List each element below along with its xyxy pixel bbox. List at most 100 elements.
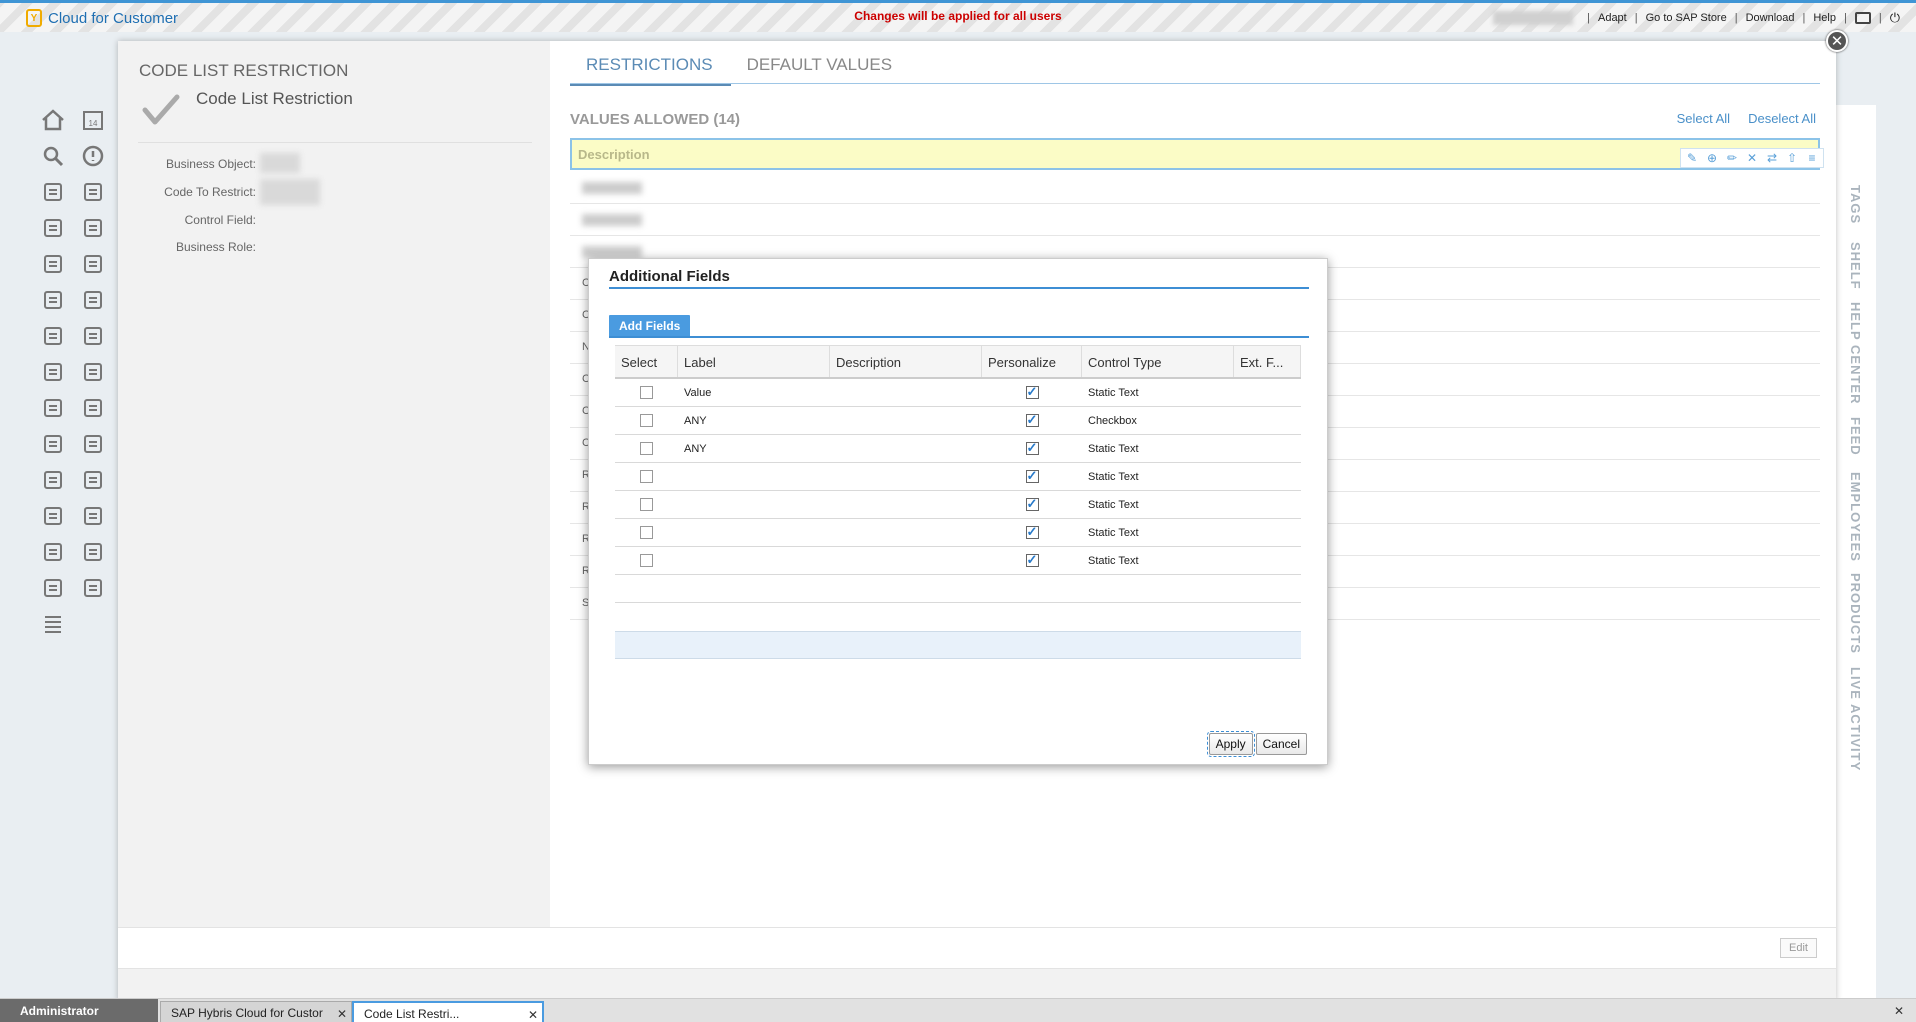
edit-doc-icon[interactable] [78,357,108,387]
calculator-icon[interactable] [38,537,68,567]
globe-icon[interactable] [78,465,108,495]
select-checkbox[interactable] [640,470,653,483]
map-pin-icon[interactable] [38,501,68,531]
select-checkbox[interactable] [640,442,653,455]
list-icon[interactable] [38,609,68,639]
close-all-icon[interactable]: ✕ [1894,1004,1904,1018]
move-up-icon[interactable]: ⇧ [1784,150,1800,166]
tab-add-fields[interactable]: Add Fields [609,315,691,337]
add-icon[interactable]: ⊕ [1704,150,1720,166]
personalize-checkbox[interactable] [1025,384,1039,400]
checklist-icon[interactable] [78,285,108,315]
grid-clock-icon[interactable] [38,393,68,423]
table-row[interactable]: ANY Static Text [615,435,1301,463]
select-checkbox[interactable] [640,554,653,567]
side-tab-help-center[interactable]: HELP CENTER [1848,302,1863,405]
cancel-button[interactable]: Cancel [1255,733,1307,755]
close-tab-icon[interactable]: ✕ [528,1008,538,1022]
download-icon[interactable] [78,213,108,243]
dollar-icon[interactable] [78,321,108,351]
box-icon[interactable] [38,213,68,243]
user-settings-icon[interactable] [38,357,68,387]
col-control-type[interactable]: Control Type [1082,346,1234,377]
invoice-icon[interactable] [38,465,68,495]
value-row[interactable] [570,204,1820,236]
side-tab-live-activity[interactable]: LIVE ACTIVITY [1848,667,1863,771]
table-row[interactable]: Static Text [615,547,1301,575]
personalize-checkbox[interactable] [1025,496,1039,512]
description-header-label: Description [578,147,650,162]
col-personalize[interactable]: Personalize [982,346,1082,377]
person-icon[interactable] [38,249,68,279]
power-icon[interactable]: ⏻ [1890,10,1900,26]
mail-icon[interactable] [38,285,68,315]
time-doc-icon[interactable] [78,393,108,423]
personalize-checkbox[interactable] [1025,412,1039,428]
move-icon[interactable]: ⇄ [1764,150,1780,166]
hierarchy-icon[interactable] [38,177,68,207]
task-tab-code-list[interactable]: Code List Restri... ✕ [352,1001,544,1022]
contacts-icon[interactable] [78,249,108,279]
calendar-icon[interactable]: 14 [78,105,108,135]
close-tab-icon[interactable]: ✕ [337,1007,347,1021]
apply-button[interactable]: Apply [1206,731,1255,757]
tab-restrictions[interactable]: RESTRICTIONS [570,51,731,86]
edit-button[interactable]: Edit [1780,938,1817,958]
cube-icon[interactable] [38,573,68,603]
delete-icon[interactable]: ✕ [1744,150,1760,166]
wrench-icon[interactable]: ✎ [1684,150,1700,166]
help-link[interactable]: Help [1813,12,1836,24]
select-checkbox[interactable] [640,414,653,427]
description-column-header[interactable]: Description ✎ ⊕ ✏ ✕ ⇄ ⇧ ≡ [570,138,1824,170]
download-link[interactable]: Download [1746,12,1795,24]
select-checkbox[interactable] [640,526,653,539]
search-icon[interactable] [38,141,68,171]
table-row[interactable]: Value Static Text [615,379,1301,407]
calendar-2-icon[interactable] [78,501,108,531]
task-tab-home-label: SAP Hybris Cloud for Custor [171,1006,323,1020]
table-row[interactable]: ANY Checkbox [615,407,1301,435]
col-select[interactable]: Select [615,346,678,377]
clipboard-icon[interactable] [78,537,108,567]
notebook-icon[interactable] [78,429,108,459]
table-row[interactable]: Static Text [615,491,1301,519]
current-user[interactable]: Administrator [0,999,158,1022]
adapt-link[interactable]: Adapt [1598,12,1627,24]
col-label[interactable]: Label [678,346,830,377]
value-row[interactable] [570,172,1820,204]
money-in-icon[interactable] [38,321,68,351]
side-tab-employees[interactable]: EMPLOYEES [1848,472,1863,562]
side-tab-feed[interactable]: FEED [1848,417,1863,456]
side-tab-shelf[interactable]: SHELF [1848,242,1863,290]
pencil-icon[interactable]: ✏ [1724,150,1740,166]
tab-default-values[interactable]: DEFAULT VALUES [731,51,911,86]
table-row[interactable]: Static Text [615,463,1301,491]
panel-heading: CODE LIST RESTRICTION [139,61,349,80]
col-description[interactable]: Description [830,346,982,377]
personalize-checkbox[interactable] [1025,552,1039,568]
side-tab-tags[interactable]: TAGS [1848,185,1863,224]
personalize-checkbox[interactable] [1025,440,1039,456]
side-tab-products[interactable]: PRODUCTS [1848,573,1863,654]
select-checkbox[interactable] [640,498,653,511]
sap-store-link[interactable]: Go to SAP Store [1646,12,1727,24]
table-row[interactable]: Static Text [615,519,1301,547]
personalize-cell [982,440,1082,456]
deselect-all-link[interactable]: Deselect All [1748,111,1816,126]
sort-icon[interactable]: ≡ [1804,150,1820,166]
select-all-link[interactable]: Select All [1677,111,1730,126]
personalize-checkbox[interactable] [1025,468,1039,484]
chat-list-icon[interactable] [38,429,68,459]
select-checkbox[interactable] [640,386,653,399]
home-icon[interactable] [38,105,68,135]
org-chart-icon[interactable] [78,177,108,207]
task-tab-home[interactable]: SAP Hybris Cloud for Custor ✕ [160,1001,352,1022]
screen-icon[interactable] [1854,12,1871,24]
footer-bottom [118,968,1836,1002]
close-window-icon[interactable]: ✕ [1826,30,1848,52]
user-name[interactable] [1493,11,1574,25]
col-ext-field[interactable]: Ext. F... [1234,346,1301,377]
report-icon[interactable] [78,573,108,603]
personalize-checkbox[interactable] [1025,524,1039,540]
alert-icon[interactable] [78,141,108,171]
